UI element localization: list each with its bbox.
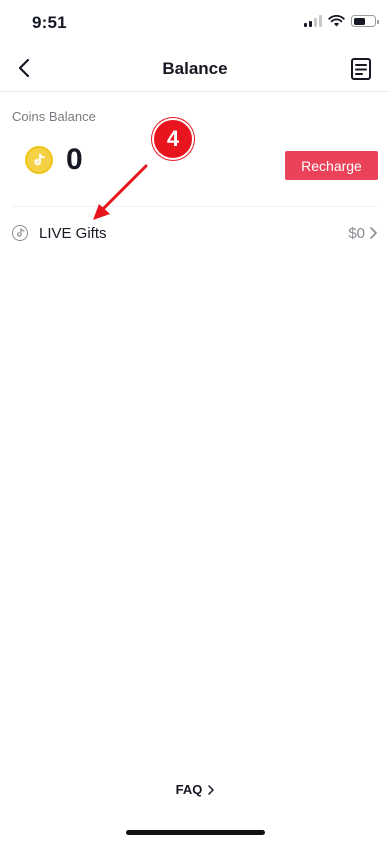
music-note-icon (16, 228, 25, 237)
cellular-signal-icon (304, 15, 322, 27)
chevron-right-icon (208, 784, 215, 795)
music-note-icon (34, 153, 45, 166)
wifi-icon (328, 15, 345, 27)
live-gifts-amount: $0 (348, 225, 365, 242)
faq-link[interactable]: FAQ (0, 782, 390, 797)
live-gifts-row[interactable]: LIVE Gifts $0 (0, 218, 390, 250)
home-indicator (126, 830, 265, 835)
recharge-button[interactable]: Recharge (285, 151, 378, 180)
faq-label: FAQ (175, 782, 203, 797)
header: Balance (0, 46, 390, 92)
coins-balance-label: Coins Balance (12, 109, 96, 124)
section-divider (12, 206, 378, 207)
transaction-history-button[interactable] (346, 54, 376, 84)
status-time: 9:51 (32, 13, 67, 32)
chevron-right-icon (370, 227, 377, 239)
status-bar: 9:51 (0, 0, 390, 46)
live-gifts-label: LIVE Gifts (39, 225, 107, 242)
live-gifts-icon (12, 225, 28, 241)
page-title: Balance (162, 59, 228, 78)
battery-icon (351, 15, 379, 27)
annotation-arrow (93, 164, 148, 220)
step-number-badge: 4 (152, 118, 194, 160)
document-list-icon (351, 58, 371, 80)
status-icons (304, 15, 379, 27)
coins-balance-value: 0 (66, 143, 83, 176)
tiktok-coin-icon (25, 146, 53, 174)
balance-screen: 9:51 Balance Coins Balance 0 Recharge LI… (0, 0, 390, 845)
